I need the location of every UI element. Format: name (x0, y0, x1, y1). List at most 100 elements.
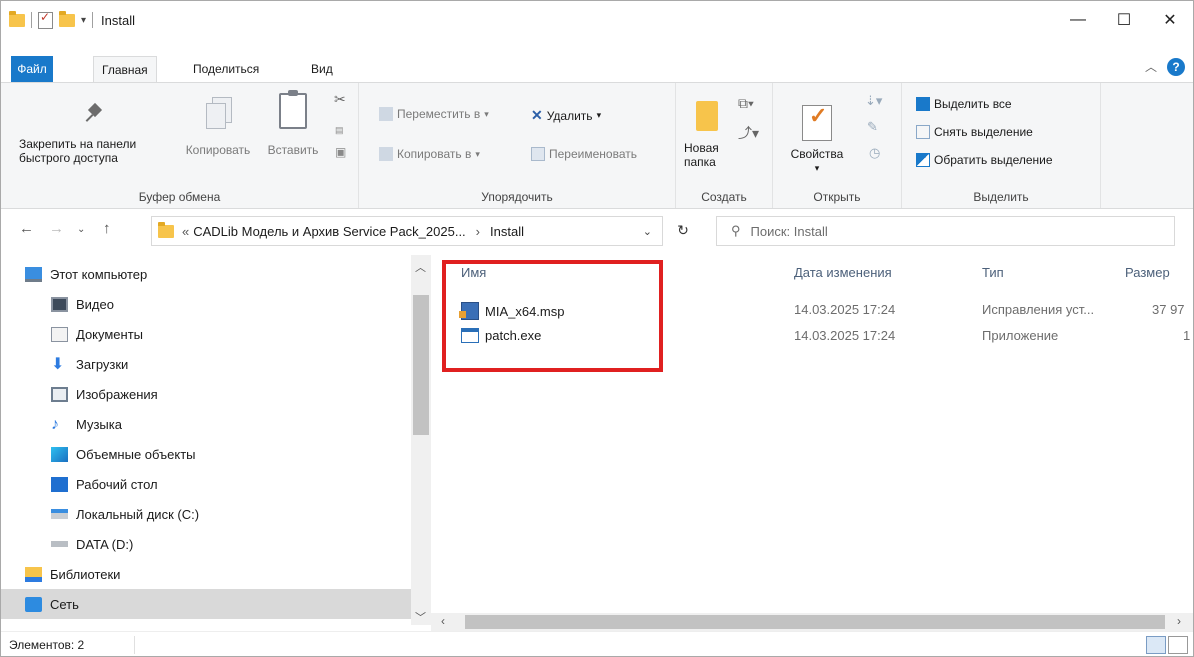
recent-dropdown-icon[interactable]: ⌄ (77, 224, 85, 235)
download-icon: ⬇ (51, 355, 65, 373)
properties-icon[interactable] (38, 10, 53, 29)
copy-path-icon[interactable]: ▤ (335, 125, 344, 136)
chevron-down-icon[interactable]: ⌄ (643, 225, 652, 238)
select-group: Выделить все Снять выделение Обратить вы… (902, 83, 1101, 208)
close-button[interactable]: ✕ (1147, 1, 1193, 39)
easy-access-icon[interactable]: ⤴▾ (738, 123, 759, 143)
search-icon: ⚲ (731, 223, 741, 238)
edit-icon[interactable]: ✎ (867, 119, 878, 135)
rename-button[interactable]: Переименовать (531, 147, 637, 161)
chevron-up-icon[interactable]: ︿ (415, 259, 426, 275)
file-row[interactable]: patch.exe 14.03.2025 17:24 Приложение 1 (431, 325, 1193, 347)
open-icon[interactable]: ⇣▾ (865, 93, 882, 109)
help-icon[interactable]: ? (1167, 58, 1185, 76)
new-folder-button[interactable]: Новая папка (684, 101, 730, 169)
scrollbar-thumb[interactable] (413, 295, 429, 435)
new-item-icon[interactable]: ⧉▾ (738, 95, 754, 112)
nav-item-video[interactable]: Видео (51, 289, 114, 319)
breadcrumb-current[interactable]: Install (490, 224, 524, 239)
horizontal-scrollbar[interactable]: ‹ › (431, 613, 1193, 631)
refresh-icon[interactable]: ↻ (668, 216, 698, 244)
scissors-icon[interactable]: ✂ (334, 91, 346, 108)
nav-item-music[interactable]: ♪ Музыка (51, 409, 122, 439)
nav-item-local-disk-c[interactable]: Локальный диск (C:) (51, 499, 199, 529)
up-arrow-icon[interactable]: ↑ (103, 220, 111, 237)
column-name[interactable]: Имя (461, 265, 486, 280)
nav-item-3d-objects[interactable]: Объемные объекты (51, 439, 196, 469)
invert-selection-button[interactable]: Обратить выделение (916, 153, 1053, 167)
new-group-label: Создать (701, 190, 747, 204)
invert-selection-icon (916, 153, 930, 167)
folder-icon (158, 221, 174, 238)
history-icon[interactable]: ◷ (869, 145, 880, 161)
copy-button[interactable]: Копировать (173, 97, 263, 157)
chevron-left-icon[interactable]: ‹ (441, 614, 445, 628)
pin-icon (83, 103, 105, 125)
divider (31, 12, 32, 28)
chevron-right-icon[interactable]: › (476, 224, 480, 239)
delete-button[interactable]: ✕ Удалить ▾ (531, 107, 601, 124)
nav-label: Локальный диск (C:) (76, 506, 200, 522)
breadcrumb-parent[interactable]: CADLib Модель и Архив Service Pack_2025.… (193, 224, 465, 239)
nav-item-documents[interactable]: Документы (51, 319, 143, 349)
back-arrow-icon[interactable]: ← (19, 220, 34, 237)
paste-button[interactable]: Вставить (263, 90, 323, 157)
scrollbar-thumb[interactable] (465, 615, 1165, 629)
nav-scrollbar[interactable]: ︿ ﹀ (411, 255, 431, 625)
select-none-button[interactable]: Снять выделение (916, 125, 1033, 139)
move-to-label: Переместить в (397, 107, 481, 121)
select-all-button[interactable]: Выделить все (916, 97, 1012, 111)
nav-label: DATA (D:) (76, 536, 134, 552)
search-input[interactable]: ⚲ Поиск: Install (716, 216, 1175, 246)
chevron-down-icon[interactable]: ﹀ (415, 609, 426, 625)
nav-item-pictures[interactable]: Изображения (51, 379, 158, 409)
select-none-icon (916, 125, 930, 139)
folder-icon[interactable] (9, 10, 25, 27)
move-to-button[interactable]: Переместить в ▾ (379, 107, 489, 121)
chevron-down-icon: ▾ (814, 163, 820, 173)
pin-quick-access-button[interactable]: Закрепить на панели быстрого доступа (19, 103, 169, 165)
nav-item-libraries[interactable]: Библиотеки (25, 559, 120, 589)
minimize-button[interactable]: — (1055, 1, 1101, 39)
move-icon (379, 107, 393, 121)
address-bar[interactable]: « CADLib Модель и Архив Service Pack_202… (151, 216, 663, 246)
column-size[interactable]: Размер (1125, 265, 1170, 280)
tab-view[interactable]: Вид (303, 56, 341, 82)
chevron-up-icon[interactable]: ︿ (1145, 58, 1157, 75)
file-row[interactable]: MIA_x64.msp 14.03.2025 17:24 Исправления… (431, 299, 1193, 321)
maximize-button[interactable]: ☐ (1101, 1, 1147, 39)
tab-share[interactable]: Поделиться (185, 56, 267, 82)
x-icon: ✕ (531, 107, 543, 123)
clipboard-group-label: Буфер обмена (138, 190, 221, 204)
nav-item-data-d[interactable]: DATA (D:) (51, 529, 133, 559)
overflow-icon[interactable]: « (182, 224, 189, 239)
library-icon (25, 566, 42, 582)
nav-item-this-pc[interactable]: Этот компьютер (25, 259, 147, 289)
file-size: 1 (1183, 328, 1191, 343)
large-icons-view-icon[interactable] (1168, 636, 1188, 654)
computer-icon (25, 266, 42, 282)
invert-selection-label: Обратить выделение (934, 153, 1053, 167)
select-all-icon (916, 97, 930, 111)
nav-item-desktop[interactable]: Рабочий стол (51, 469, 158, 499)
organize-group-label: Упорядочить (481, 190, 553, 204)
column-date[interactable]: Дата изменения (794, 265, 892, 280)
copy-to-button[interactable]: Копировать в ▾ (379, 147, 480, 161)
paste-shortcut-icon[interactable]: ▣ (335, 145, 346, 159)
properties-label: Свойства (790, 147, 844, 161)
forward-arrow-icon[interactable]: → (49, 220, 64, 237)
qat-dropdown-icon[interactable]: ▾ (81, 15, 86, 26)
details-view-icon[interactable] (1146, 636, 1166, 654)
nav-item-downloads[interactable]: ⬇ Загрузки (51, 349, 128, 379)
column-type[interactable]: Тип (982, 265, 1004, 280)
tab-home[interactable]: Главная (93, 56, 157, 84)
nav-label: Изображения (76, 386, 158, 402)
new-folder-icon[interactable] (59, 10, 75, 27)
nav-item-network[interactable]: Сеть (1, 589, 411, 619)
drive-icon (51, 541, 68, 547)
nav-label: Рабочий стол (76, 476, 158, 492)
chevron-right-icon[interactable]: › (1177, 614, 1181, 628)
properties-button[interactable]: Свойства ▾ (787, 105, 847, 175)
tab-file[interactable]: Файл (11, 56, 53, 82)
item-count: Элементов: 2 (9, 638, 85, 652)
